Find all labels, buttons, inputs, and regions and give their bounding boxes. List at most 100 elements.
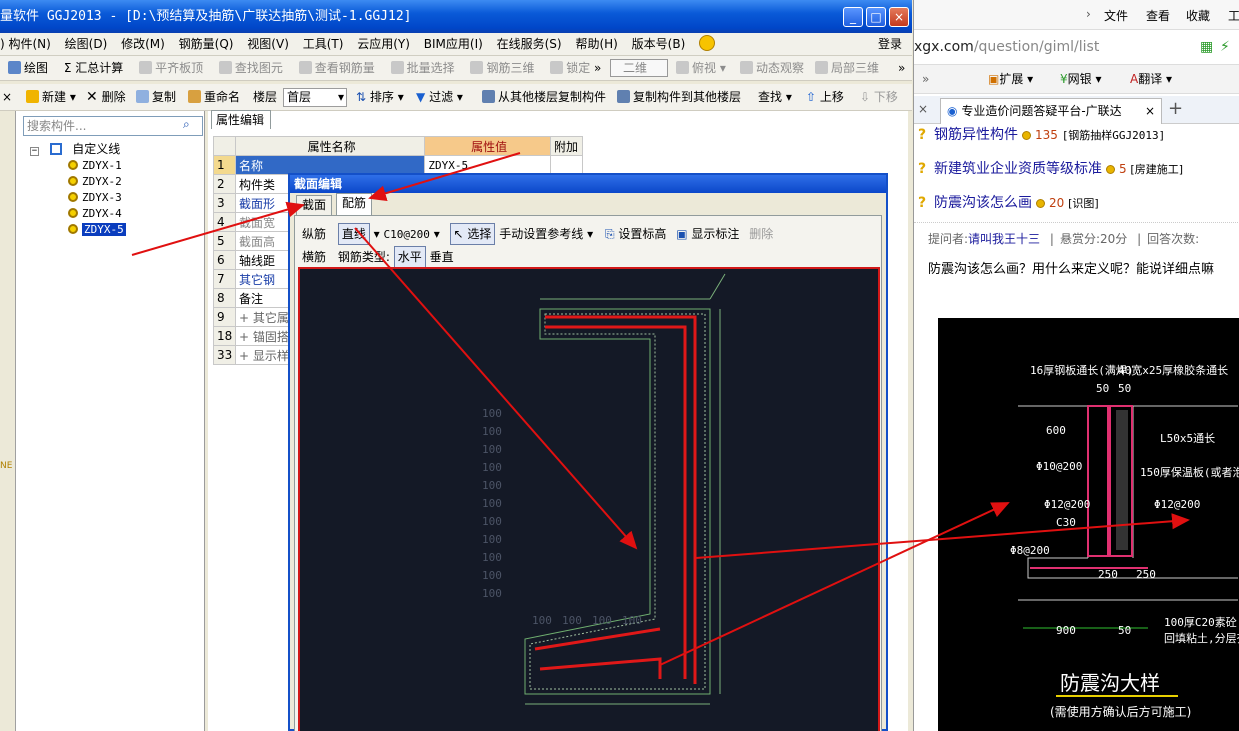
toolbar-more[interactable]: » (594, 56, 601, 81)
rebar-spec-select[interactable]: C10@200 (384, 228, 430, 241)
filter-button[interactable]: ▼ 过滤 ▾ (416, 84, 463, 111)
move-down-button[interactable]: ⇩ 下移 (860, 84, 898, 111)
menu-view[interactable]: 查看 (1146, 7, 1170, 24)
minimize-button[interactable]: _ (843, 7, 863, 27)
question-meta: 提问者:请叫我王十三 | 悬赏分:20分 | 回答次数: (928, 232, 1200, 246)
svg-text:600: 600 (1046, 424, 1066, 437)
qr-icon[interactable]: ▦ (1200, 34, 1213, 60)
copy-to-floor-button[interactable]: 复制构件到其他楼层 (617, 84, 741, 111)
find-button[interactable]: 查找 ▾ (758, 84, 792, 111)
lightning-icon[interactable]: ⚡ (1220, 34, 1230, 60)
svg-text:防震沟大样: 防震沟大样 (1060, 671, 1160, 695)
orbit-icon (740, 61, 753, 74)
move-up-button[interactable]: ⇧ 上移 (806, 84, 844, 111)
delete-button[interactable]: ✕ 删除 (86, 84, 126, 111)
draw-button[interactable]: 绘图 (6, 56, 48, 81)
svg-text:C30: C30 (1056, 516, 1076, 529)
view-rebar-button[interactable]: 查看钢筋量 (297, 56, 375, 81)
asker-link[interactable]: 请叫我王十三 (968, 232, 1040, 246)
toolbar-more-2[interactable]: » (898, 56, 905, 81)
horizontal-button[interactable]: 水平 (393, 246, 426, 268)
close-tab-left[interactable]: × (918, 102, 928, 116)
dock-label: NE (0, 461, 13, 471)
extensions-button[interactable]: ▣扩展 ▾ (988, 65, 1033, 93)
related-question[interactable]: ? 钢筋异性构件 135 [钢筋抽样GGJ2013] (918, 126, 1165, 145)
copy-icon (136, 90, 149, 103)
tree-item[interactable]: ZDYX-2 (68, 174, 122, 189)
floor-select[interactable]: 首层 ▾ (283, 88, 347, 107)
flush-slab-button[interactable]: 平齐板顶 (137, 56, 203, 81)
rename-button[interactable]: 重命名 (188, 84, 240, 111)
menu-help[interactable]: 帮助(H) (575, 37, 617, 51)
manual-ref-line-button[interactable]: 手动设置参考线 (499, 227, 583, 241)
tab-property-edit[interactable]: 属性编辑 (211, 110, 271, 129)
menu-favorites[interactable]: 收藏 (1186, 7, 1210, 24)
menu-draw[interactable]: 绘图(D) (65, 37, 108, 51)
section-canvas[interactable]: 100 100 100 100 100 100 100 100 100 100 … (298, 267, 880, 731)
menu-version[interactable]: 版本号(B) (632, 37, 686, 51)
menu-bim[interactable]: BIM应用(I) (424, 37, 483, 51)
address-bar[interactable]: xgx.com/question/giml/list ▦ ⚡ (914, 34, 1239, 60)
tab-section[interactable]: 截面 (296, 195, 333, 215)
tree-item[interactable]: ZDYX-3 (68, 190, 122, 205)
rebar-3d-button[interactable]: 钢筋三维 (468, 56, 534, 81)
new-tab-button[interactable]: + (1168, 98, 1183, 119)
maximize-button[interactable]: □ (866, 7, 886, 27)
tree-item-selected[interactable]: ZDYX-5 (68, 222, 126, 237)
batch-select-button[interactable]: 批量选择 (389, 56, 455, 81)
vertical-button[interactable]: 垂直 (430, 250, 454, 264)
svg-text:100: 100 (482, 407, 502, 420)
menu-construct[interactable]: ) 构件(N) (0, 37, 51, 51)
menu-view[interactable]: 视图(V) (247, 37, 289, 51)
component-search-input[interactable]: 搜索构件... (23, 116, 203, 136)
translate-button[interactable]: A翻译 ▾ (1130, 65, 1172, 93)
show-label-button[interactable]: ▣ 显示标注 (676, 227, 739, 241)
more-icon[interactable]: » (922, 65, 929, 93)
tree-item[interactable]: ZDYX-4 (68, 206, 122, 221)
top-view-button[interactable]: 俯视 ▾ (676, 56, 726, 81)
search-icon[interactable]: ⌕ (183, 117, 190, 132)
partial-3d-button[interactable]: 局部三维 (815, 56, 879, 81)
delete-rebar-button[interactable]: 删除 (749, 227, 773, 241)
svg-text:100: 100 (482, 425, 502, 438)
svg-text:L50x5通长: L50x5通长 (1160, 432, 1215, 445)
summary-calc-button[interactable]: Σ 汇总计算 (62, 56, 123, 81)
rename-icon (188, 90, 201, 103)
new-button[interactable]: 新建 ▾ (26, 84, 76, 111)
table-row[interactable]: 1 名称 ZDYX-5 (213, 155, 583, 175)
line-mode-button[interactable]: 直线 (337, 223, 370, 245)
browser-window: › 文件 查看 收藏 工 xgx.com/question/giml/list … (913, 0, 1239, 731)
tree-root[interactable]: − 自定义线 (30, 142, 120, 157)
login-link[interactable]: 登录 (878, 33, 902, 56)
menu-cloud[interactable]: 云应用(Y) (357, 37, 410, 51)
browser-tab-active[interactable]: ◉ 专业造价问题答疑平台-广联达 × (940, 98, 1162, 124)
close-button[interactable]: × (889, 7, 909, 27)
collapse-icon[interactable]: − (30, 147, 39, 156)
tree-item[interactable]: ZDYX-1 (68, 158, 122, 173)
menu-rebar[interactable]: 钢筋量(Q) (179, 37, 234, 51)
ebank-button[interactable]: ¥网银 ▾ (1060, 65, 1102, 93)
pointer-icon: ↖ (453, 227, 464, 241)
menu-modify[interactable]: 修改(M) (121, 37, 165, 51)
related-question[interactable]: ? 防震沟该怎么画 20 [识图] (918, 194, 1099, 213)
select-button[interactable]: ↖ 选择 (449, 223, 496, 245)
orbit-button[interactable]: 动态观察 (740, 56, 804, 81)
set-elevation-button[interactable]: ⎘ 设置标高 (605, 227, 666, 241)
related-question[interactable]: ? 新建筑业企业资质等级标准 5 [房建施工] (918, 160, 1183, 179)
menu-tools[interactable]: 工具(T) (303, 37, 344, 51)
svg-text:100: 100 (482, 479, 502, 492)
partial-3d-icon (815, 61, 828, 74)
menu-tools[interactable]: 工 (1228, 7, 1239, 24)
menu-file[interactable]: 文件 (1104, 7, 1128, 24)
panel-close-button[interactable]: × (2, 84, 12, 111)
lock-button[interactable]: 锁定 (548, 56, 590, 81)
view-mode-select[interactable]: 二维 (610, 59, 668, 77)
sort-button[interactable]: ⇅ 排序 ▾ (356, 84, 404, 111)
find-element-button[interactable]: 查找图元 (217, 56, 283, 81)
tab-rebar[interactable]: 配筋 (336, 193, 373, 215)
menu-online[interactable]: 在线服务(S) (497, 37, 562, 51)
copy-button[interactable]: 复制 (136, 84, 176, 111)
copy-from-floor-button[interactable]: 从其他楼层复制构件 (482, 84, 606, 111)
tab-close-button[interactable]: × (1145, 99, 1155, 123)
svg-text:50: 50 (1118, 382, 1131, 395)
